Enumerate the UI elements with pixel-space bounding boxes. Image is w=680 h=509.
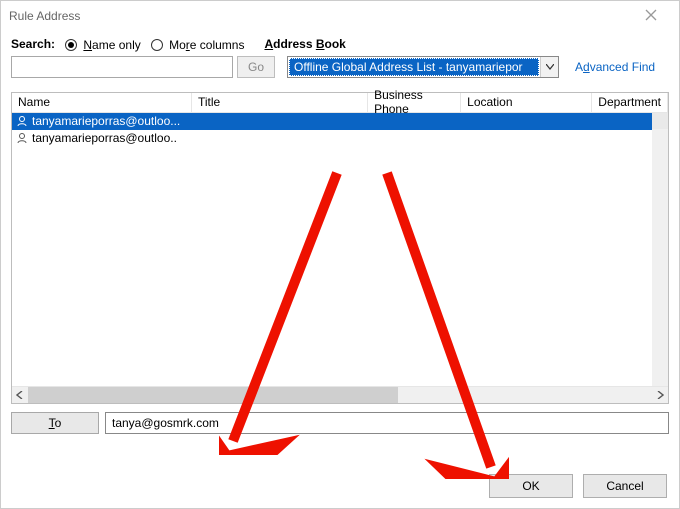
titlebar: Rule Address: [1, 1, 679, 31]
to-button-label: To: [49, 416, 62, 430]
radio-more-columns[interactable]: More columns: [151, 37, 245, 52]
list-item[interactable]: tanyamarieporras@outloo...: [12, 113, 668, 130]
person-icon: [16, 115, 28, 127]
window-title: Rule Address: [9, 9, 631, 23]
scroll-thumb[interactable]: [652, 113, 668, 129]
cancel-button[interactable]: Cancel: [583, 474, 667, 498]
ok-button[interactable]: OK: [489, 474, 573, 498]
scroll-right-icon[interactable]: [652, 387, 668, 403]
radio-more-columns-label: More columns: [169, 38, 244, 52]
ok-button-label: OK: [522, 479, 539, 493]
scroll-track[interactable]: [28, 387, 652, 403]
to-button[interactable]: To: [11, 412, 99, 434]
radio-icon: [65, 39, 77, 51]
go-button-label: Go: [248, 60, 264, 74]
horizontal-scrollbar[interactable]: [12, 386, 668, 403]
column-headers: Name Title Business Phone Location Depar…: [12, 93, 668, 113]
to-input[interactable]: [105, 412, 669, 434]
results-list: Name Title Business Phone Location Depar…: [11, 92, 669, 404]
search-input[interactable]: [11, 56, 233, 78]
list-body[interactable]: tanyamarieporras@outloo... tanyamariepor…: [12, 113, 668, 386]
address-book-selected: Offline Global Address List - tanyamarie…: [289, 58, 539, 76]
col-department[interactable]: Department: [592, 93, 668, 112]
go-button[interactable]: Go: [237, 56, 275, 78]
radio-name-only[interactable]: Name only: [65, 37, 141, 52]
list-item-name: tanyamarieporras@outloo...: [32, 114, 180, 128]
cancel-button-label: Cancel: [606, 479, 643, 493]
radio-name-only-label: Name only: [83, 38, 140, 52]
list-item-name: tanyamarieporras@outloo..: [32, 131, 177, 145]
close-icon: [645, 8, 657, 24]
vertical-scrollbar[interactable]: [652, 113, 668, 386]
person-icon: [16, 132, 28, 144]
radio-icon: [151, 39, 163, 51]
advanced-find-link[interactable]: Advanced Find: [575, 60, 655, 74]
search-label: Search:: [11, 37, 55, 51]
scroll-thumb[interactable]: [28, 387, 398, 403]
close-button[interactable]: [631, 2, 671, 30]
col-title[interactable]: Title: [192, 93, 368, 112]
chevron-down-icon: [540, 57, 558, 77]
list-item[interactable]: tanyamarieporras@outloo..: [12, 130, 668, 147]
scroll-left-icon[interactable]: [12, 387, 28, 403]
address-book-label: Address Book: [264, 37, 345, 51]
address-book-dropdown[interactable]: Offline Global Address List - tanyamarie…: [287, 56, 559, 78]
col-location[interactable]: Location: [461, 93, 592, 112]
col-name[interactable]: Name: [12, 93, 192, 112]
col-phone[interactable]: Business Phone: [368, 93, 461, 112]
